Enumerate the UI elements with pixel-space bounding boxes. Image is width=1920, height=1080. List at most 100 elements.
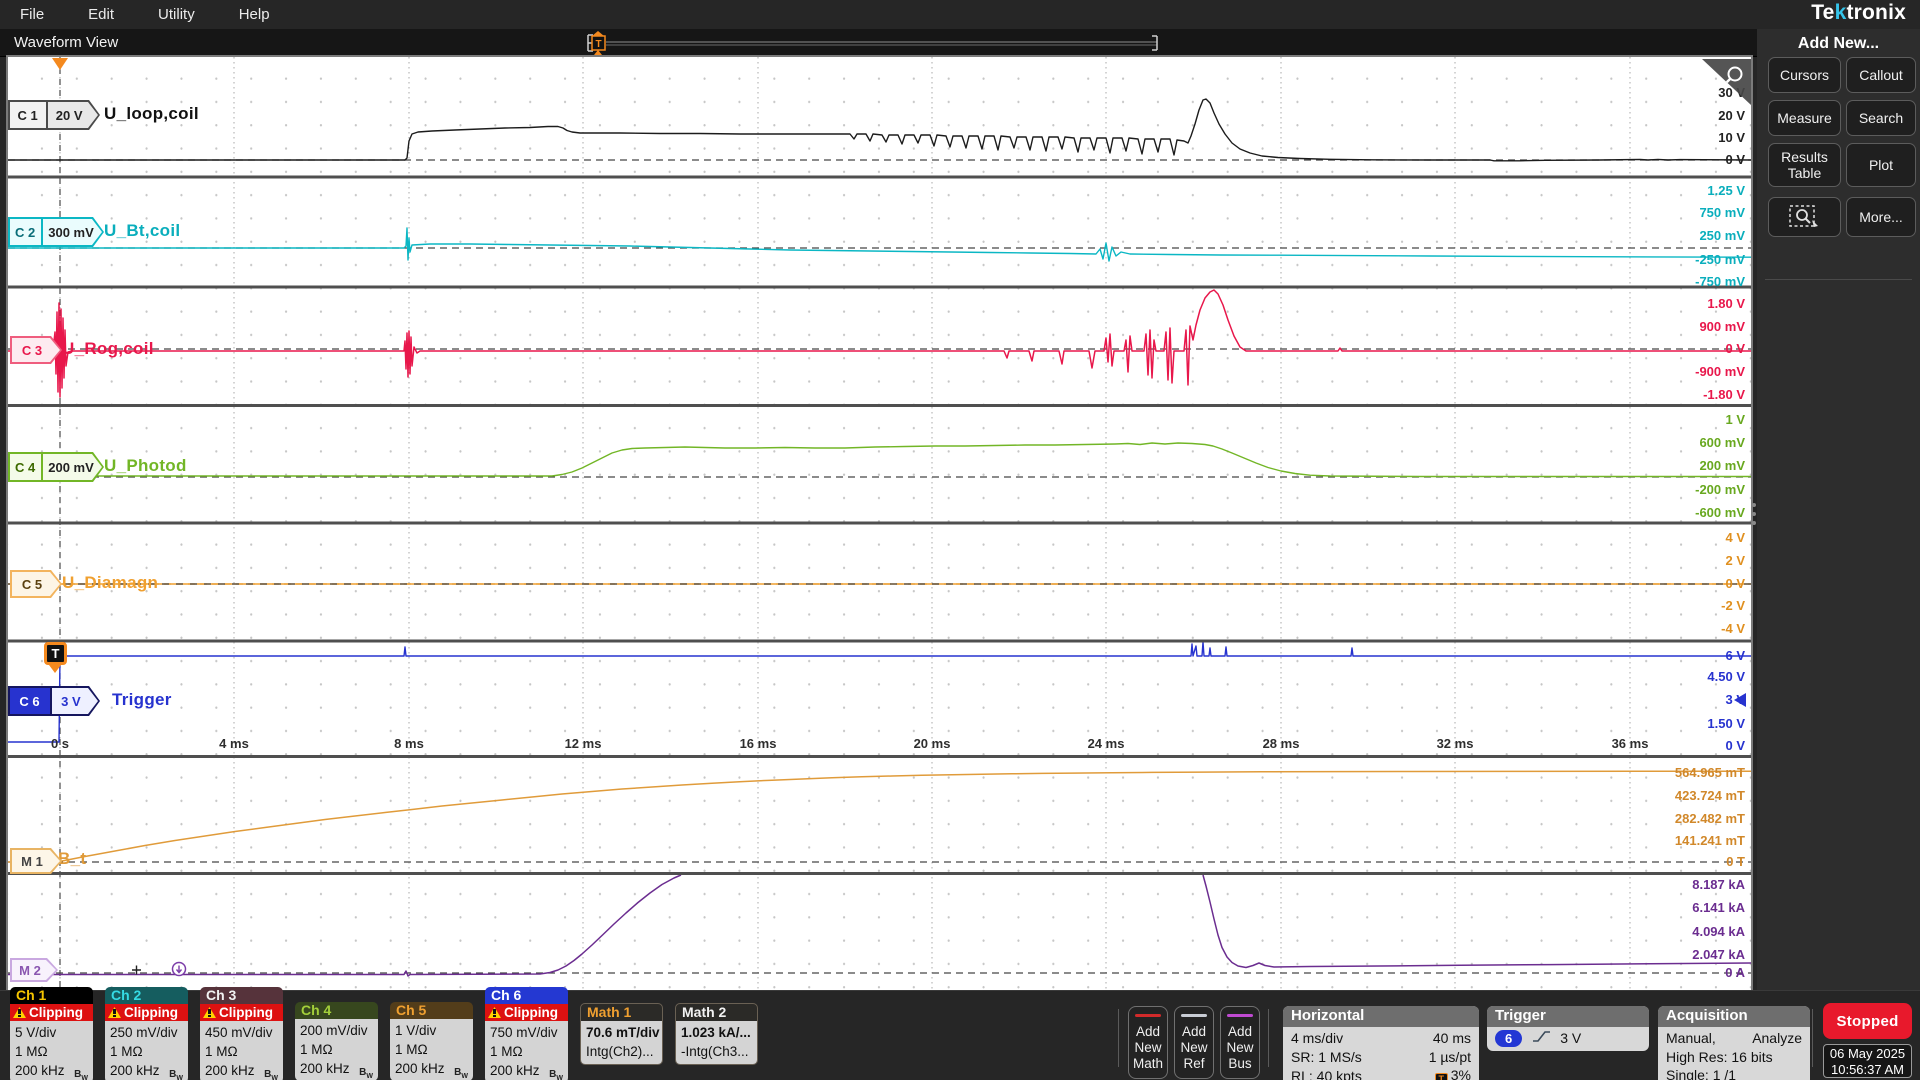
measure-button[interactable]: Measure [1768, 100, 1841, 136]
bottom-badge-ch1[interactable]: Ch 1Clipping5 V/div1 MΩ200 kHzBW [10, 987, 93, 1080]
ch5-axis-label: 0 V [1725, 576, 1745, 591]
bottom-badge-ch4[interactable]: Ch 4200 mV/div1 MΩ200 kHzBW [295, 1002, 378, 1080]
time-tick-label: 32 ms [1420, 736, 1490, 751]
bottom-badge-ch6[interactable]: Ch 6Clipping750 mV/div1 MΩ200 kHzBW [485, 987, 568, 1080]
bottom-badge-math2[interactable]: Math 21.023 kA/...-Intg(Ch3... [675, 1003, 758, 1065]
results-table-button[interactable]: Results Table [1768, 143, 1841, 187]
rising-edge-icon [1532, 1029, 1552, 1048]
add-new-ref-button[interactable]: AddNewRef [1174, 1006, 1214, 1079]
ch5-badge[interactable]: C 5 [10, 570, 62, 598]
bottom-badge-ch3[interactable]: Ch 3Clipping450 mV/div1 MΩ200 kHzBW [200, 987, 283, 1080]
acquisition-status-badge[interactable]: Stopped [1823, 1003, 1912, 1039]
ch5-label[interactable]: U_Diamagn [62, 573, 158, 593]
math1-badge-inner: M 1 [12, 850, 60, 872]
ch6-label[interactable]: Trigger [112, 690, 172, 710]
math2-axis-label: 0 A [1725, 965, 1745, 980]
badge-row: 1.023 kA/... [681, 1023, 752, 1042]
badge-row: 200 kHzBW [110, 1061, 183, 1080]
ch4-badge[interactable]: C 4200 mV [8, 452, 104, 482]
menu-item-edit[interactable]: Edit [88, 6, 114, 23]
menu-item-help[interactable]: Help [239, 6, 270, 23]
horizontal-row: 4 ms/div40 ms [1291, 1029, 1471, 1048]
acquisition-panel[interactable]: AcquisitionManual,AnalyzeHigh Res: 16 bi… [1658, 1006, 1810, 1080]
bottom-badge-math1[interactable]: Math 170.6 mT/divIntg(Ch2)... [580, 1003, 663, 1065]
ch4-label[interactable]: U_Photod [104, 456, 187, 476]
ch2-label[interactable]: U_Bt,coil [104, 221, 180, 241]
ch5-axis-label: -4 V [1721, 621, 1745, 636]
zoom-box-button[interactable] [1768, 197, 1841, 237]
search-button[interactable]: Search [1846, 100, 1916, 136]
time-tick-label: 8 ms [374, 736, 444, 751]
bandwidth-limit-icon: BW [169, 1065, 183, 1080]
ch1-badge[interactable]: C 120 V [8, 100, 100, 130]
menu-item-file[interactable]: File [20, 6, 44, 23]
trigger-panel-body: 63 V [1487, 1027, 1649, 1051]
math2-badge-cell: M 2 [12, 960, 56, 980]
panel-resize-handle[interactable] [1752, 503, 1756, 525]
math1-axis-label: 423.724 mT [1675, 788, 1745, 803]
ch6-axis-label: 1.50 V [1707, 716, 1745, 731]
ch6-badge[interactable]: C 63 V [8, 686, 100, 716]
warning-icon [13, 1007, 26, 1018]
math2-axis-label: 6.141 kA [1692, 900, 1745, 915]
bottom-badge-body: 250 mV/div1 MΩ200 kHzBW [105, 1021, 188, 1080]
trigger-panel[interactable]: Trigger63 V [1487, 1006, 1649, 1051]
trigger-panel-header: Trigger [1487, 1006, 1649, 1027]
menu-bar: File Edit Utility Help [0, 0, 1920, 29]
math1-badge[interactable]: M 1 [10, 848, 62, 874]
badge-row: 1 MΩ [110, 1042, 183, 1061]
ch4-trace [8, 443, 1751, 477]
bottom-badge-ch5[interactable]: Ch 51 V/div1 MΩ200 kHzBW [390, 1002, 473, 1080]
bandwidth-limit-icon: BW [74, 1065, 88, 1080]
math1-axis-label: 282.482 mT [1675, 811, 1745, 826]
ch2-axis-label: -250 mV [1695, 252, 1745, 267]
ch2-badge[interactable]: C 2300 mV [8, 217, 104, 247]
ch3-badge[interactable]: C 3 [10, 336, 62, 364]
math1-badge-cell: M 1 [12, 850, 60, 872]
horizontal-panel-body: 4 ms/div40 msSR: 1 MS/s1 µs/ptRL: 40 kpt… [1283, 1027, 1479, 1080]
color-bar [1181, 1014, 1207, 1017]
trigger-source-badge: 6 [1495, 1030, 1522, 1047]
bandwidth-limit-icon: BW [359, 1063, 373, 1080]
bottom-badge-ch2[interactable]: Ch 2Clipping250 mV/div1 MΩ200 kHzBW [105, 987, 188, 1080]
ch4-axis-label: 1 V [1725, 412, 1745, 427]
ch1-badge-cell: C 1 [10, 102, 46, 128]
math1-label[interactable]: B_t [58, 849, 86, 869]
divider [1812, 1009, 1813, 1067]
ch2-badge-cell: 300 mV [43, 219, 107, 245]
time-tick-label: 16 ms [723, 736, 793, 751]
ch3-label[interactable]: U_Rog,coil [62, 339, 154, 359]
math2-axis-label: 8.187 kA [1692, 877, 1745, 892]
record-view-bar[interactable]: T [0, 29, 1757, 57]
ch3-badge-cell: C 3 [12, 338, 60, 362]
ch4-badge-inner: C 4200 mV [10, 454, 102, 480]
menu-item-utility[interactable]: Utility [158, 6, 195, 23]
badge-row: 1 MΩ [15, 1042, 88, 1061]
badge-row: 1 V/div [395, 1021, 468, 1040]
trigger-badge-pointer-icon [49, 665, 61, 673]
ch6-axis-label: 4.50 V [1707, 669, 1745, 684]
add-new-bus-button[interactable]: AddNewBus [1220, 1006, 1260, 1079]
warning-icon [488, 1007, 501, 1018]
add-new-title: Add New... [1757, 35, 1920, 53]
add-new-math-button[interactable]: AddNewMath [1128, 1006, 1168, 1079]
cursors-button[interactable]: Cursors [1768, 57, 1841, 93]
bottom-badge-header: Ch 5 [390, 1002, 473, 1019]
trigger-position-icon[interactable] [52, 58, 68, 70]
ch1-label[interactable]: U_loop,coil [104, 104, 199, 124]
waveform-area[interactable]: T 30 V20 V10 V0 VU_loop,coilC 120 V1.25 … [8, 57, 1751, 990]
bottom-badge-header: Math 2 [676, 1004, 757, 1021]
callout-button[interactable]: Callout [1846, 57, 1916, 93]
badge-row: 200 mV/div [300, 1021, 373, 1040]
horizontal-panel[interactable]: Horizontal4 ms/div40 msSR: 1 MS/s1 µs/pt… [1283, 1006, 1479, 1080]
bandwidth-limit-icon: BW [454, 1063, 468, 1080]
ch5-badge-inner: C 5 [12, 572, 60, 596]
plot-button[interactable]: Plot [1846, 143, 1916, 187]
oscilloscope-app: FileEditUtilityHelp Tektronix T Waveform… [0, 0, 1920, 1080]
more-button[interactable]: More... [1846, 197, 1916, 237]
badge-row: 250 mV/div [110, 1023, 183, 1042]
trigger-level-arrow-icon[interactable] [1734, 693, 1746, 707]
trigger-badge[interactable]: T [44, 642, 67, 665]
ch5-axis-label: -2 V [1721, 598, 1745, 613]
bottom-bar: Stopped 06 May 2025 10:56:37 AM Ch 1Clip… [0, 990, 1920, 1080]
